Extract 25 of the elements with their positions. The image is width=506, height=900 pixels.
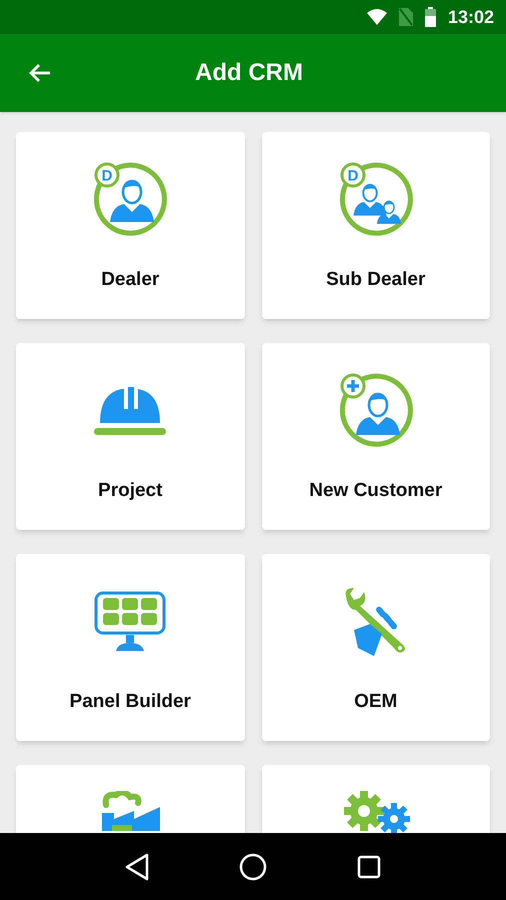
screen-title: Add CRM xyxy=(195,58,303,88)
category-tile[interactable]: Panel Builder xyxy=(16,554,244,741)
circle-home-icon xyxy=(239,852,267,880)
category-tile[interactable]: OEM xyxy=(262,554,490,741)
category-tile[interactable]: D Sub Dealer xyxy=(262,132,490,319)
two-people-ring-icon xyxy=(340,162,413,236)
clock-time: 13:02 xyxy=(448,6,494,28)
home-nav-button[interactable] xyxy=(239,852,267,880)
battery-icon xyxy=(424,7,436,27)
wifi-icon xyxy=(366,9,387,25)
solar-panel-icon xyxy=(94,591,166,653)
category-tile[interactable]: New Customer xyxy=(262,343,490,530)
no-sim-icon xyxy=(398,8,413,26)
category-tile[interactable]: Project xyxy=(16,343,244,530)
back-nav-button[interactable] xyxy=(125,852,149,880)
add-person-icon xyxy=(340,374,413,447)
hard-hat-icon xyxy=(94,385,166,437)
badge-letter: D xyxy=(347,168,358,184)
category-tile[interactable]: D Dealer xyxy=(16,132,244,319)
triangle-back-icon xyxy=(125,852,149,880)
back-arrow-icon xyxy=(28,63,52,83)
recents-nav-button[interactable] xyxy=(357,854,381,878)
person-ring-icon xyxy=(94,162,168,236)
square-recents-icon xyxy=(357,854,381,878)
badge-letter: D xyxy=(102,168,113,184)
